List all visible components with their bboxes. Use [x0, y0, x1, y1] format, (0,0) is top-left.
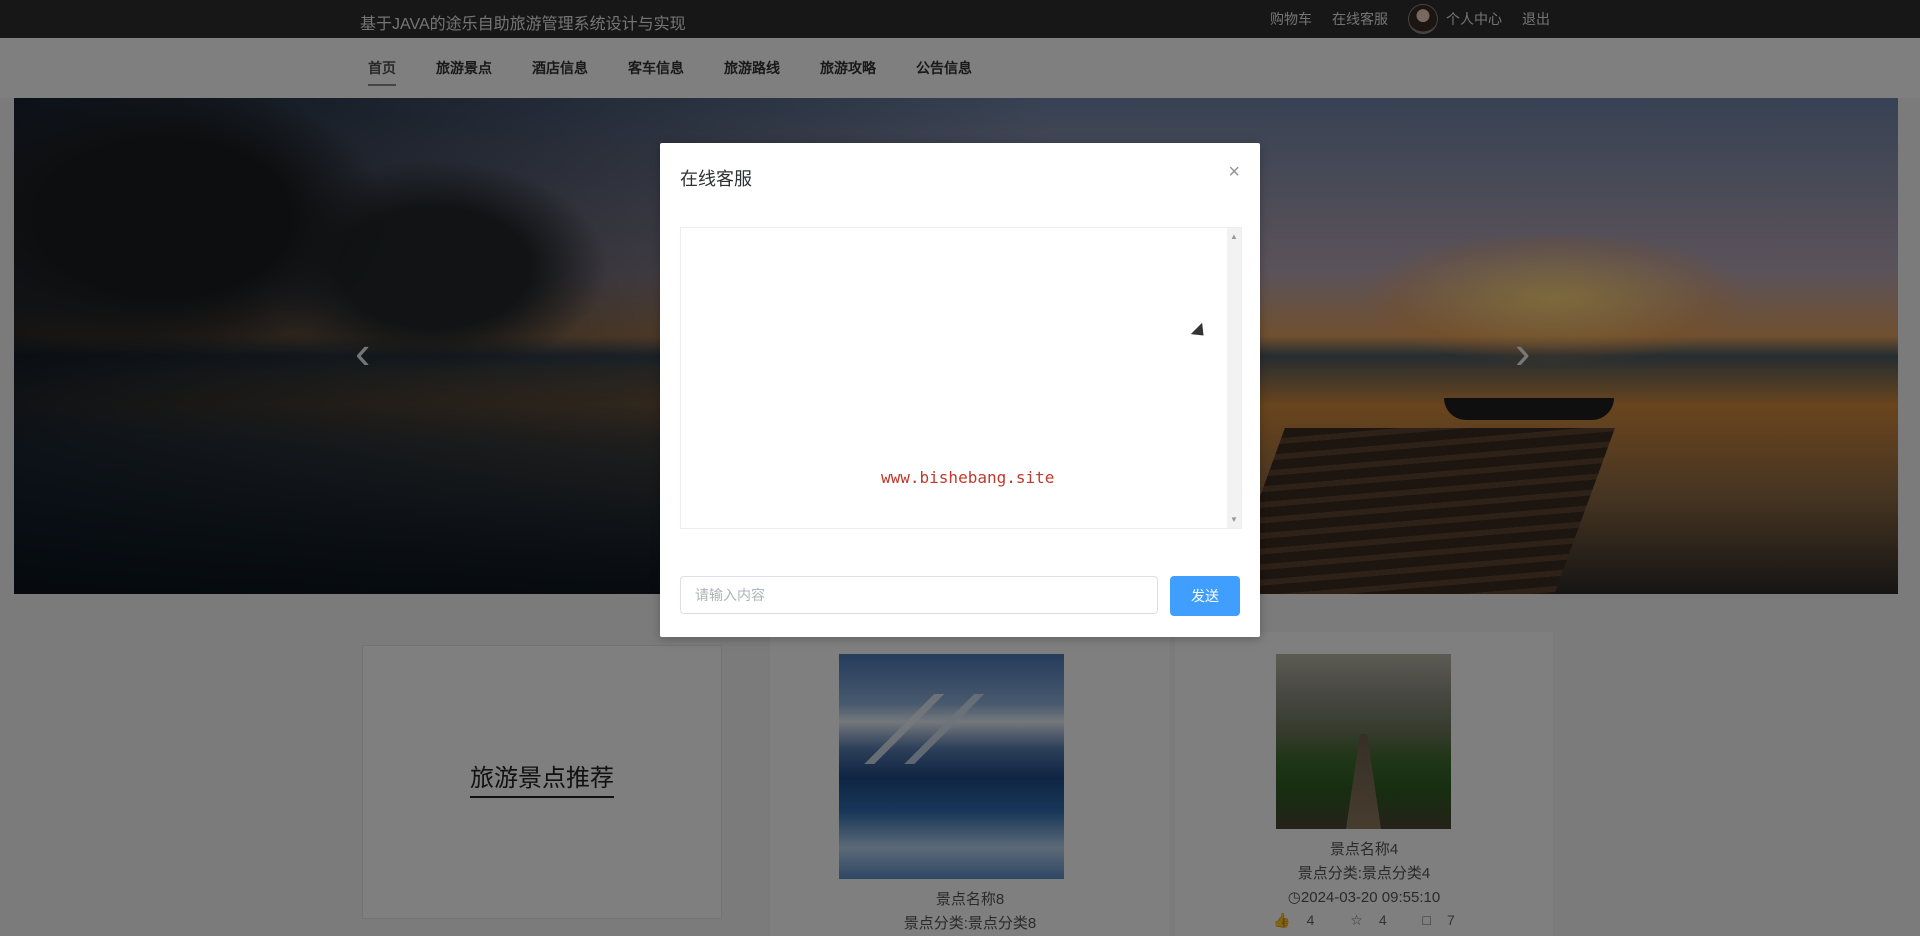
chat-scrollbar[interactable]: ▲ ▼	[1227, 228, 1241, 528]
message-input[interactable]	[680, 576, 1158, 614]
dialog-title: 在线客服	[680, 169, 752, 189]
scroll-down-icon[interactable]: ▼	[1230, 515, 1238, 524]
watermark: www.bishebang.site	[881, 468, 1055, 487]
close-icon[interactable]: ×	[1228, 161, 1240, 184]
chat-messages[interactable]: www.bishebang.site ▲ ▼	[680, 227, 1242, 529]
scroll-up-icon[interactable]: ▲	[1230, 232, 1238, 241]
customer-service-dialog: 在线客服 × www.bishebang.site ▲ ▼ 发送	[660, 143, 1260, 637]
send-button[interactable]: 发送	[1170, 576, 1240, 616]
